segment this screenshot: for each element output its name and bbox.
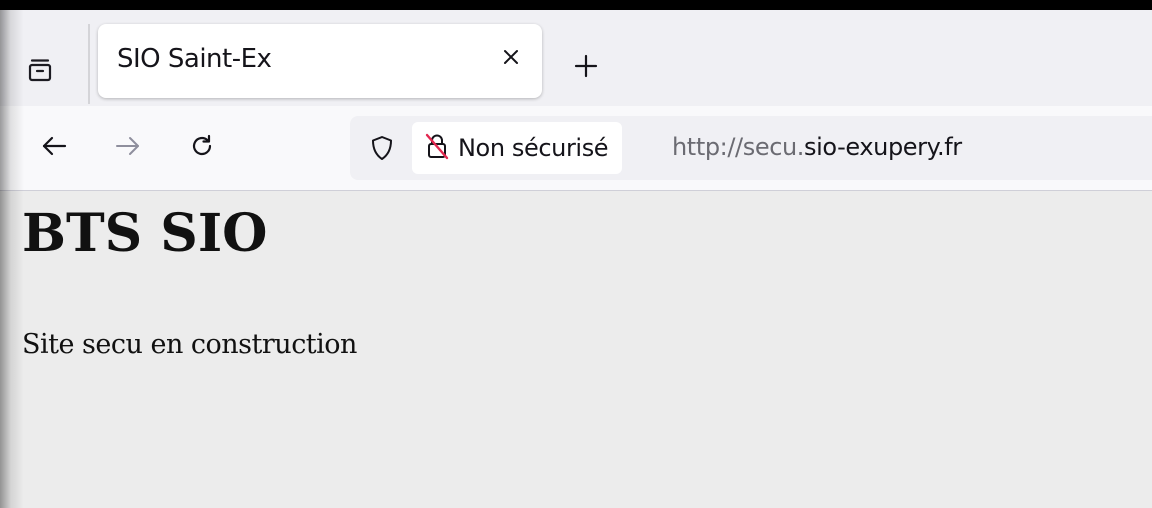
url-prefix: http://secu.	[672, 133, 805, 161]
browser-window: SIO Saint-Ex Non sécurisé http://secu.si…	[0, 10, 1152, 508]
tab-title: SIO Saint-Ex	[117, 44, 272, 74]
arrow-left-icon[interactable]	[32, 124, 76, 168]
close-icon[interactable]	[496, 42, 526, 72]
security-label: Non sécurisé	[458, 134, 609, 162]
url-text[interactable]: http://secu.sio-exupery.fr	[672, 133, 962, 161]
page-content: BTS SIO Site secu en construction	[0, 191, 1152, 508]
shield-icon[interactable]	[366, 132, 398, 164]
tab-list-icon[interactable]	[18, 48, 62, 92]
arrow-right-icon[interactable]	[106, 124, 150, 168]
url-domain: sio-exupery.fr	[804, 133, 962, 161]
site-identity-button[interactable]: Non sécurisé	[412, 122, 623, 174]
page-heading: BTS SIO	[22, 203, 268, 264]
page-paragraph: Site secu en construction	[22, 329, 357, 360]
tab-sio-saint-ex[interactable]: SIO Saint-Ex	[98, 24, 542, 98]
navigation-toolbar: Non sécurisé http://secu.sio-exupery.fr	[0, 106, 1152, 191]
plus-icon[interactable]	[564, 44, 608, 88]
insecure-lock-icon	[424, 132, 450, 165]
reload-icon[interactable]	[180, 124, 224, 168]
tab-divider	[88, 24, 90, 104]
tab-bar: SIO Saint-Ex	[0, 10, 1152, 106]
url-bar[interactable]: Non sécurisé http://secu.sio-exupery.fr	[350, 116, 1152, 180]
